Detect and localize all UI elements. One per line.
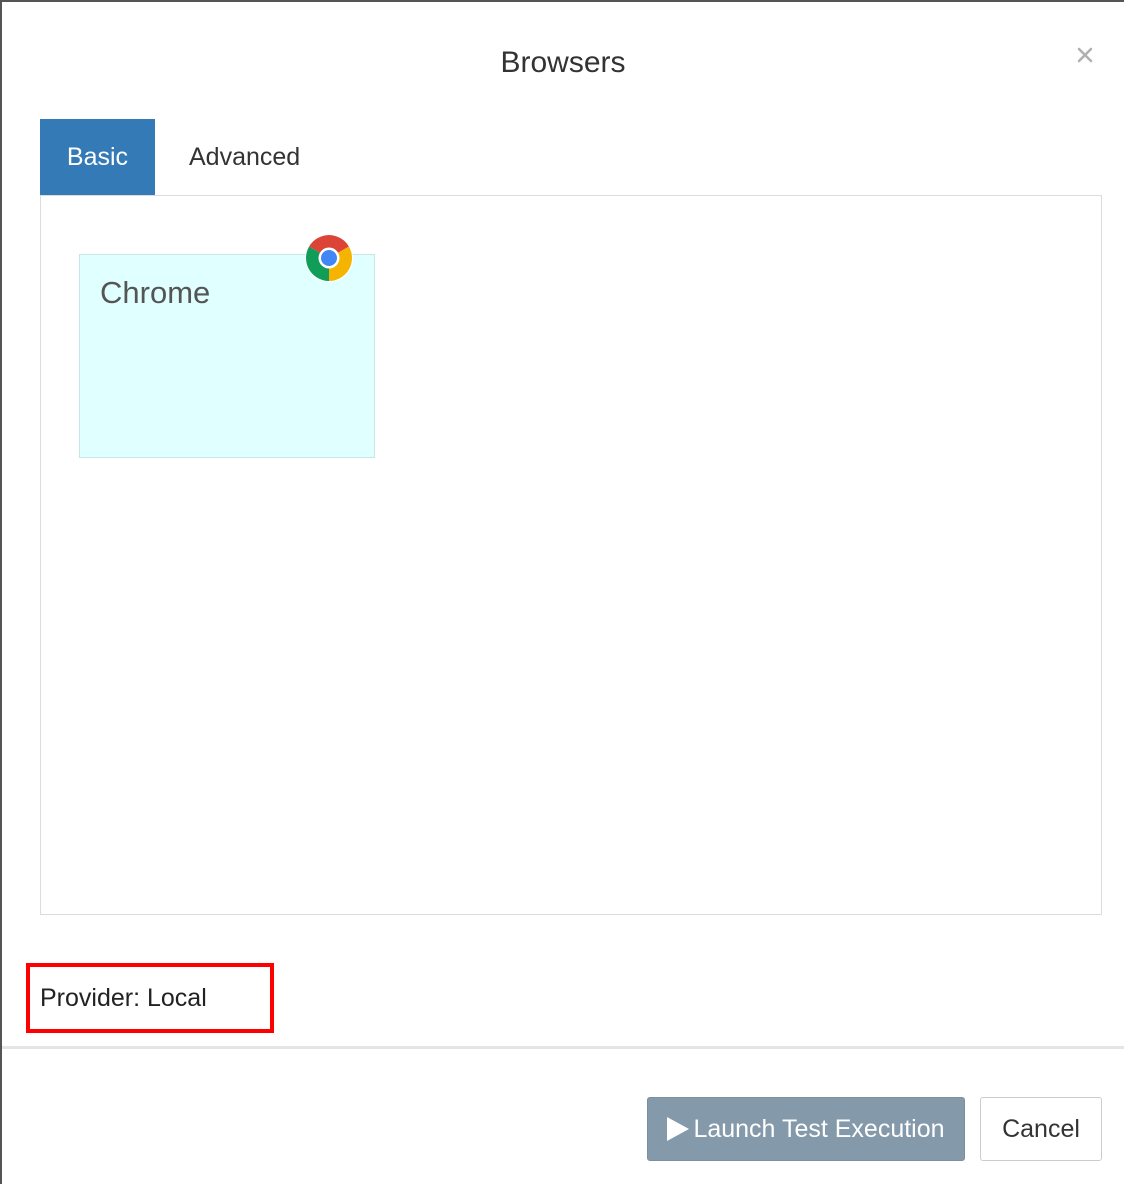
browser-tabs: Basic Advanced [40, 119, 328, 195]
launch-test-execution-button[interactable]: Launch Test Execution [647, 1097, 965, 1161]
browsers-modal: Browsers Basic Advanced Chrome Provider:… [0, 0, 1124, 1184]
browser-card-chrome[interactable]: Chrome [79, 234, 375, 458]
chrome-icon [305, 234, 353, 282]
provider-label: Provider: Local [26, 963, 274, 1033]
close-icon [1077, 47, 1093, 63]
provider-text: Provider: Local [40, 983, 207, 1012]
footer-divider [2, 1046, 1124, 1049]
play-icon [667, 1117, 690, 1141]
tab-advanced[interactable]: Advanced [155, 119, 328, 195]
modal-title: Browsers [500, 46, 626, 79]
close-button[interactable] [1070, 40, 1100, 70]
launch-label: Launch Test Execution [693, 1114, 945, 1143]
tab-basic-label: Basic [66, 142, 129, 171]
browser-list-panel: Chrome [40, 195, 1102, 915]
cancel-button[interactable]: Cancel [980, 1097, 1102, 1161]
tab-advanced-label: Advanced [189, 142, 301, 171]
browser-name: Chrome [100, 275, 211, 310]
tab-basic[interactable]: Basic [40, 119, 155, 195]
